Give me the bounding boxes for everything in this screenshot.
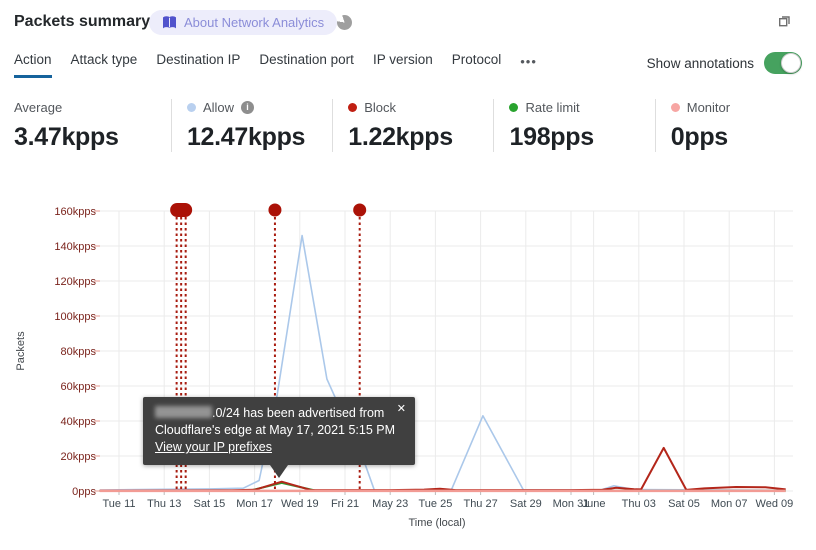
legend-dot xyxy=(509,102,519,112)
stat-label: Monitor xyxy=(686,99,731,115)
about-network-analytics-badge[interactable]: About Network Analytics xyxy=(149,10,338,35)
packets-chart: 0pps 20kpps 40kpps 60kpps 80kpps 100kpps 120kp… xyxy=(0,190,816,545)
svg-text:Thu 27: Thu 27 xyxy=(463,498,497,510)
toggle-knob xyxy=(781,53,801,73)
book-icon xyxy=(162,16,177,29)
legend-dot xyxy=(186,102,196,112)
svg-text:0pps: 0pps xyxy=(72,486,96,498)
stat-monitor: Monitor 0pps xyxy=(654,99,816,152)
stat-label: Block xyxy=(364,99,397,115)
stat-rate-limit: Rate limit 198pps xyxy=(493,99,654,152)
stat-label: Rate limit xyxy=(525,99,580,115)
more-tabs-button[interactable]: ••• xyxy=(520,52,537,69)
redacted-ip-prefix xyxy=(155,406,212,418)
stat-value: 198pps xyxy=(509,123,594,151)
tooltip-caret xyxy=(270,465,288,478)
stat-value: 0pps xyxy=(670,123,728,151)
summary-stats-row: Average 3.47kpps Allow i 12.47kpps Block 1.22k… xyxy=(14,99,816,152)
show-annotations-control: Show annotations xyxy=(647,52,802,74)
tab-protocol[interactable]: Protocol xyxy=(452,52,502,78)
tab-destination-port[interactable]: Destination port xyxy=(259,52,354,78)
svg-text:Sat 29: Sat 29 xyxy=(510,498,542,510)
svg-text:40kpps: 40kpps xyxy=(61,416,97,428)
stat-label: Allow xyxy=(202,99,235,115)
stat-label: Average xyxy=(14,99,63,115)
tab-attack-type[interactable]: Attack type xyxy=(71,52,138,78)
svg-text:100kpps: 100kpps xyxy=(54,311,96,323)
stat-value: 12.47kpps xyxy=(186,123,306,151)
tab-action[interactable]: Action xyxy=(14,52,52,78)
tooltip-close-icon[interactable]: ✕ xyxy=(397,401,406,418)
tabs-list: Action Attack type Destination IP Destinati… xyxy=(14,52,501,78)
tab-destination-ip[interactable]: Destination IP xyxy=(156,52,240,78)
tooltip-line1: .0/24 has been advertised from xyxy=(155,405,403,422)
y-axis: 0pps 20kpps 40kpps 60kpps 80kpps 100kpps 120kp… xyxy=(15,206,100,498)
svg-text:Mon 17: Mon 17 xyxy=(236,498,273,510)
show-annotations-toggle[interactable] xyxy=(764,52,802,74)
annotation-marker[interactable] xyxy=(170,203,193,217)
svg-text:60kpps: 60kpps xyxy=(61,381,97,393)
svg-text:Wed 09: Wed 09 xyxy=(756,498,794,510)
annotation-marker[interactable] xyxy=(353,203,367,217)
tab-ip-version[interactable]: IP version xyxy=(373,52,433,78)
svg-text:Tue 11: Tue 11 xyxy=(102,498,135,510)
svg-text:120kpps: 120kpps xyxy=(54,276,96,288)
svg-text:20kpps: 20kpps xyxy=(61,451,97,463)
svg-text:Sat 05: Sat 05 xyxy=(668,498,700,510)
svg-text:Thu 13: Thu 13 xyxy=(147,498,181,510)
open-window-icon[interactable] xyxy=(776,12,794,30)
svg-text:140kpps: 140kpps xyxy=(54,241,96,253)
stat-value: 3.47kpps xyxy=(14,123,119,151)
svg-text:Tue 25: Tue 25 xyxy=(418,498,452,510)
stat-allow: Allow i 12.47kpps xyxy=(170,99,332,152)
chart-svg: 0pps 20kpps 40kpps 60kpps 80kpps 100kpps 120kp… xyxy=(15,203,793,529)
annotation-marker[interactable] xyxy=(268,203,282,217)
svg-text:Wed 19: Wed 19 xyxy=(281,498,319,510)
info-icon[interactable]: i xyxy=(241,100,255,114)
svg-text:Sat 15: Sat 15 xyxy=(193,498,225,510)
stat-value: 1.22kpps xyxy=(348,123,453,151)
view-ip-prefixes-link[interactable]: View your IP prefixes xyxy=(155,440,272,454)
annotation-tooltip: .0/24 has been advertised from Cloudflar… xyxy=(143,397,415,478)
svg-text:160kpps: 160kpps xyxy=(54,206,96,218)
svg-text:June: June xyxy=(582,498,606,510)
legend-dot xyxy=(348,102,358,112)
svg-text:80kpps: 80kpps xyxy=(61,346,97,358)
pie-icon xyxy=(337,15,352,30)
svg-text:Time (local): Time (local) xyxy=(408,517,465,529)
legend-dot xyxy=(670,102,680,112)
page-title: Packets summary xyxy=(14,13,151,30)
stat-average: Average 3.47kpps xyxy=(14,99,171,152)
tabs-row: Action Attack type Destination IP Destinati… xyxy=(14,52,802,78)
svg-text:Thu 03: Thu 03 xyxy=(622,498,656,510)
show-annotations-label: Show annotations xyxy=(646,55,754,71)
svg-text:May 23: May 23 xyxy=(372,498,408,510)
stat-block: Block 1.22kpps xyxy=(332,99,493,152)
tooltip-line2: Cloudflare's edge at May 17, 2021 5:15 P… xyxy=(155,423,396,437)
badge-label: About Network Analytics xyxy=(184,15,325,30)
svg-text:Packets: Packets xyxy=(15,331,27,371)
svg-text:Mon 07: Mon 07 xyxy=(711,498,748,510)
x-axis: Tue 11 Thu 13 Sat 15 Mon 17 Wed 19 Fri 21 May … xyxy=(102,491,793,529)
svg-text:Fri 21: Fri 21 xyxy=(331,498,359,510)
